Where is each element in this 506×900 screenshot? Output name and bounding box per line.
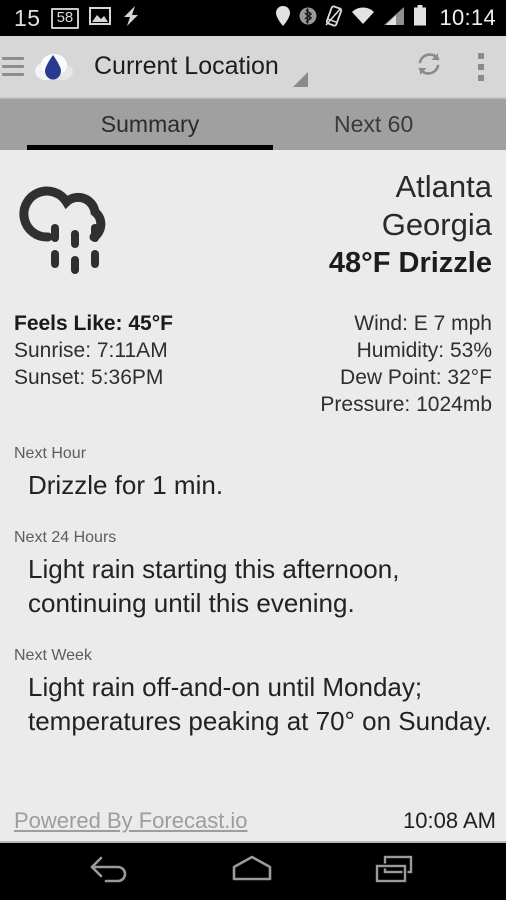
next-24-hours-label: Next 24 Hours — [14, 529, 117, 546]
next-hour-label: Next Hour — [14, 445, 87, 462]
tab-next-60[interactable]: Next 60 — [300, 99, 413, 150]
forecast-next-24-hours: Next 24 Hours Light rain starting this a… — [14, 528, 492, 620]
footer-bar: Powered By Forecast.io 10:08 AM — [0, 801, 506, 843]
next-24-hours-text: Light rain starting this afternoon, cont… — [28, 554, 400, 618]
next-hour-text: Drizzle for 1 min. — [28, 470, 224, 500]
cellular-signal-icon — [383, 6, 405, 31]
detail-columns: Feels Like: 45°F Sunrise: 7:11AM Sunset:… — [14, 310, 492, 418]
location-title[interactable]: Current Location — [94, 52, 279, 81]
image-icon — [89, 6, 112, 30]
status-bar-left: 15 58 — [14, 5, 141, 32]
current-temp-condition: 48°F Drizzle — [328, 247, 492, 279]
drizzle-icon — [18, 164, 138, 284]
last-updated-time: 10:08 AM — [403, 808, 496, 833]
feels-like-value: Feels Like: 45°F — [14, 312, 173, 335]
bluetooth-icon — [299, 5, 317, 32]
region-name: Georgia — [381, 207, 492, 242]
summary-content: Atlanta Georgia 48°F Drizzle Feels Like:… — [0, 150, 506, 843]
status-bar: 15 58 10:14 — [0, 0, 506, 36]
forecast-next-week: Next Week Light rain off-and-on until Mo… — [14, 646, 492, 738]
next-week-label: Next Week — [14, 647, 92, 664]
sunset-value: Sunset: 5:36PM — [14, 366, 164, 389]
dropdown-triangle-icon[interactable] — [292, 72, 308, 87]
status-clock: 10:14 — [439, 5, 496, 30]
wind-value: Wind: E 7 mph — [354, 312, 492, 335]
tab-bar: Summary Next 60 — [0, 98, 506, 150]
detail-column-left: Feels Like: 45°F Sunrise: 7:11AM Sunset:… — [14, 310, 173, 418]
location-block: Atlanta Georgia 48°F Drizzle — [329, 164, 492, 284]
forecast-io-link[interactable]: Powered By Forecast.io — [14, 808, 248, 834]
overflow-menu-icon[interactable] — [478, 52, 484, 81]
status-bar-right: 10:14 — [275, 4, 496, 32]
android-nav-bar — [0, 843, 506, 900]
tab-next-60-label: Next 60 — [334, 111, 414, 137]
lightning-bolt-icon — [121, 5, 141, 32]
current-conditions: Atlanta Georgia 48°F Drizzle — [14, 150, 492, 284]
humidity-value: Humidity: 53% — [356, 339, 492, 362]
status-number: 15 — [14, 4, 41, 31]
next-week-text: Light rain off-and-on until Monday; temp… — [28, 672, 492, 736]
back-arrow-icon[interactable] — [87, 852, 133, 891]
location-pin-icon — [275, 5, 291, 32]
action-bar: Current Location — [0, 36, 506, 98]
hamburger-icon[interactable] — [2, 57, 24, 76]
refresh-icon[interactable] — [414, 49, 444, 84]
recent-apps-icon[interactable] — [371, 852, 419, 891]
cloud-droplet-icon — [32, 47, 76, 87]
wifi-icon — [351, 6, 375, 31]
home-icon[interactable] — [226, 852, 278, 891]
phone-screen: 15 58 10:14 Current Location Summary Nex… — [0, 0, 506, 900]
action-bar-actions — [414, 49, 506, 84]
sunrise-value: Sunrise: 7:11AM — [14, 339, 168, 362]
forecast-next-hour: Next Hour Drizzle for 1 min. — [14, 444, 492, 502]
dew-point-value: Dew Point: 32°F — [340, 366, 492, 389]
status-boxed-number: 58 — [50, 7, 80, 29]
tab-summary[interactable]: Summary — [0, 99, 300, 150]
pressure-value: Pressure: 1024mb — [320, 393, 492, 416]
detail-column-right: Wind: E 7 mph Humidity: 53% Dew Point: 3… — [320, 310, 492, 418]
vibrate-icon — [325, 4, 343, 32]
battery-icon — [413, 4, 427, 32]
city-name: Atlanta — [395, 169, 492, 204]
tab-summary-label: Summary — [100, 111, 200, 137]
